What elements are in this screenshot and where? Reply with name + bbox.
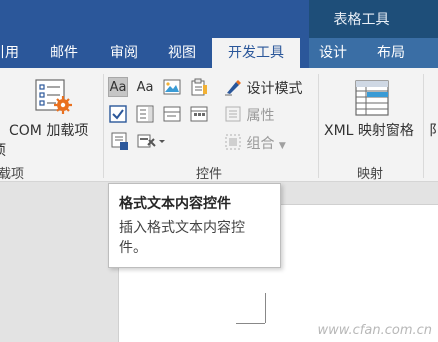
watermark: www.cfan.com.cn — [317, 323, 432, 338]
partial-right-button-label: 阝 — [429, 123, 438, 139]
group-icon — [225, 134, 241, 150]
com-addins-label: COM 加载项 — [9, 123, 89, 139]
check-box-content-control-button[interactable] — [108, 104, 128, 124]
properties-button[interactable]: 属性 — [224, 105, 274, 125]
drop-down-list-icon — [163, 106, 181, 122]
tab-design[interactable]: 设计 — [310, 38, 356, 68]
tooltip-title: 格式文本内容控件 — [119, 196, 231, 212]
tooltip-description: 插入格式文本内容控件。 — [119, 220, 245, 256]
group-separator — [423, 74, 424, 178]
repeating-section-content-control-button[interactable] — [110, 131, 130, 151]
com-addins-label-line2: 项 — [0, 140, 6, 160]
xml-mapping-pane-button[interactable]: XML 映射窗格 — [322, 74, 422, 160]
page-corner-mark — [236, 323, 265, 324]
design-mode-icon — [225, 80, 241, 96]
group-button[interactable]: 组合 ▼ — [224, 133, 286, 153]
tab-mailings[interactable]: 邮件 — [42, 38, 86, 68]
drop-down-list-content-control-button[interactable] — [162, 104, 182, 124]
legacy-tools-icon — [137, 134, 165, 148]
date-picker-content-control-button[interactable] — [189, 104, 209, 124]
controls-group-label: 控件 — [196, 167, 223, 182]
rich-text-content-control-button[interactable]: Aa — [108, 77, 128, 97]
chevron-down-icon: ▼ — [278, 141, 286, 151]
tab-layout[interactable]: 布局 — [366, 38, 416, 68]
design-mode-button[interactable]: 设计模式 — [224, 78, 302, 98]
properties-label: 属性 — [246, 108, 275, 124]
page-corner-mark — [265, 293, 266, 323]
com-addins-icon — [35, 79, 72, 114]
picture-icon — [163, 79, 181, 95]
design-mode-label: 设计模式 — [246, 81, 303, 97]
building-block-gallery-control-button[interactable] — [189, 77, 209, 97]
tab-view[interactable]: 视图 — [160, 38, 204, 68]
tab-developer[interactable]: 开发工具 — [212, 38, 300, 69]
group-separator — [103, 74, 104, 178]
picture-content-control-button[interactable] — [162, 77, 182, 97]
properties-icon — [225, 106, 241, 122]
combo-box-content-control-button[interactable] — [135, 104, 155, 124]
tab-review[interactable]: 审阅 — [102, 38, 146, 68]
combo-box-icon — [136, 105, 154, 123]
legacy-tools-button[interactable] — [136, 131, 166, 151]
tab-references[interactable]: 引用 — [0, 38, 24, 68]
xml-mapping-icon — [355, 80, 389, 116]
building-block-icon — [191, 78, 207, 96]
plain-text-content-control-button[interactable]: Aa — [135, 77, 155, 97]
checkbox-icon — [109, 105, 127, 123]
group-label: 组合 — [246, 136, 275, 152]
addins-group-label: 载项 — [0, 167, 25, 182]
tooltip-rich-text-control: 格式文本内容控件 插入格式文本内容控件。 — [108, 183, 281, 268]
date-picker-icon — [190, 106, 208, 122]
repeating-section-icon — [111, 132, 128, 150]
xml-mapping-pane-label: XML 映射窗格 — [324, 123, 414, 139]
mapping-group-label: 映射 — [357, 167, 384, 182]
group-separator — [318, 74, 319, 178]
table-tools-context-header: 表格工具 — [309, 0, 438, 38]
com-addins-button[interactable]: COM 加载项 项 — [0, 74, 100, 160]
